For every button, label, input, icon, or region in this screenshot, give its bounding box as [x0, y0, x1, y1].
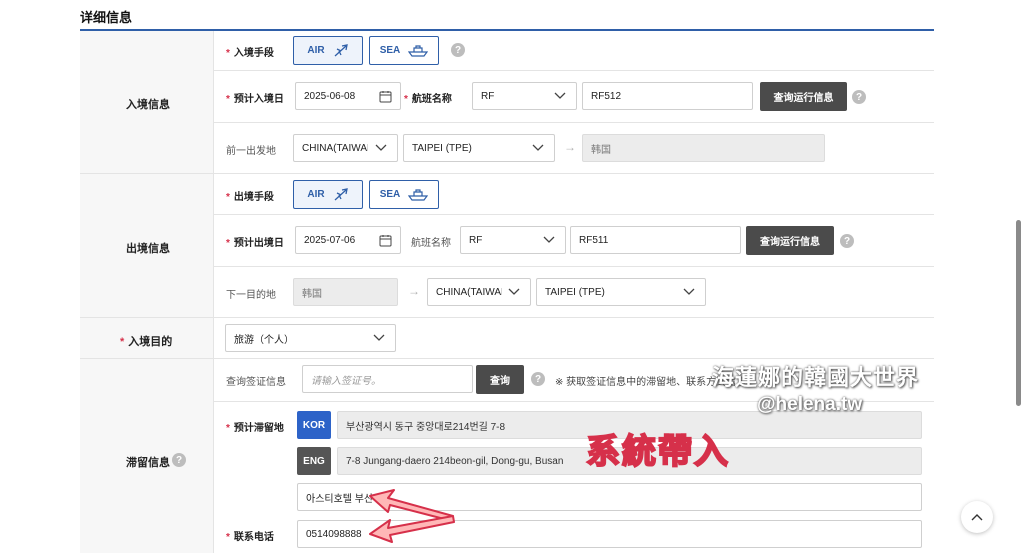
exit-group-label: 出境信息 [126, 243, 170, 255]
chevron-down-icon [373, 334, 385, 341]
divider [80, 358, 934, 359]
origin-country-value: CHINA(TAIWAN) [302, 142, 368, 154]
purpose-group-label: * 入境目的 [120, 336, 173, 348]
entry-sea-button[interactable]: SEA [369, 36, 439, 65]
stay-group-label: 滞留信息 [126, 457, 170, 469]
purpose-select[interactable]: 旅游（个人） [225, 324, 396, 352]
divider [213, 266, 934, 267]
next-country-select[interactable]: CHINA(TAIWAN) [427, 278, 531, 306]
section-title: 详细信息 [80, 10, 133, 25]
entry-flight-value: RF512 [591, 90, 622, 102]
chevron-down-icon [508, 288, 520, 295]
exit-air-button[interactable]: AIR [293, 180, 363, 209]
exit-query-button[interactable]: 查询运行信息 [746, 226, 834, 255]
origin-label: 前一出发地 [226, 146, 276, 157]
annotation-arrows [369, 489, 455, 543]
chevron-down-icon [532, 144, 544, 151]
entry-destination-field: 韩国 [582, 134, 825, 162]
chevron-down-icon [683, 288, 695, 295]
divider [80, 317, 934, 318]
kor-badge: KOR [297, 411, 331, 439]
visa-label: 查询签证信息 [226, 377, 286, 388]
phone-label: * 联系电话 [226, 532, 274, 543]
watermark-handle: @helena.tw [757, 394, 863, 415]
origin-city-value: TAIPEI (TPE) [412, 142, 472, 154]
entry-flight-label: * 航班名称 [404, 94, 452, 105]
exit-query-help-icon[interactable]: ? [840, 234, 854, 248]
entry-group-label: 入境信息 [126, 99, 170, 111]
column-divider [213, 31, 214, 553]
entry-date-field[interactable]: 2025-06-08 [295, 82, 401, 110]
exit-flight-input[interactable]: RF511 [570, 226, 741, 254]
next-destination-label: 下一目的地 [226, 290, 276, 301]
exit-date-field[interactable]: 2025-07-06 [295, 226, 401, 254]
annotation-text: 系統帶入 [585, 432, 730, 472]
air-label: AIR [307, 45, 325, 56]
entry-date-value: 2025-06-08 [304, 90, 356, 102]
watermark-name: 海蓮娜的韓國大世界 [712, 365, 920, 390]
hotel-name-value: 아스티호텔 부산 [306, 493, 374, 505]
visa-help-icon[interactable]: ? [531, 372, 545, 386]
eng-address-value: 7-8 Jungang-daero 214beon-gil, Dong-gu, … [346, 455, 564, 467]
scrollbar-thumb[interactable] [1016, 220, 1021, 406]
chevron-down-icon [543, 236, 555, 243]
air-label: AIR [307, 189, 325, 200]
arrow-right-icon: → [408, 284, 420, 298]
origin-country-select[interactable]: CHINA(TAIWAN) [293, 134, 398, 162]
chevron-down-icon [375, 144, 387, 151]
ship-icon [408, 188, 429, 201]
sea-label: SEA [379, 189, 401, 200]
exit-flight-label: 航班名称 [411, 238, 451, 249]
next-city-value: TAIPEI (TPE) [545, 286, 605, 298]
visa-placeholder: 请输入签证号。 [311, 375, 381, 387]
ship-icon [408, 44, 429, 57]
divider [80, 173, 934, 174]
exit-from-value: 韩国 [302, 288, 322, 300]
chevron-down-icon [554, 92, 566, 99]
eng-badge: ENG [297, 447, 331, 475]
exit-airline-value: RF [469, 234, 483, 246]
next-city-select[interactable]: TAIPEI (TPE) [536, 278, 706, 306]
next-country-value: CHINA(TAIWAN) [436, 286, 502, 298]
exit-sea-button[interactable]: SEA [369, 180, 439, 209]
airplane-icon [334, 187, 348, 200]
purpose-value: 旅游（个人） [234, 334, 294, 346]
exit-date-value: 2025-07-06 [304, 234, 356, 246]
exit-date-label: * 预计出境日 [226, 238, 284, 249]
visa-query-button[interactable]: 查询 [476, 365, 524, 394]
entry-query-help-icon[interactable]: ? [852, 90, 866, 104]
divider [213, 214, 934, 215]
arrow-right-icon: → [564, 140, 576, 154]
entry-date-label: * 预计入境日 [226, 94, 284, 105]
exit-flight-value: RF511 [579, 234, 609, 246]
divider [213, 70, 934, 71]
entry-airline-select[interactable]: RF [472, 82, 577, 110]
calendar-icon [379, 91, 392, 103]
exit-mode-label: * 出境手段 [226, 192, 274, 203]
sea-label: SEA [379, 45, 401, 56]
entry-air-button[interactable]: AIR [293, 36, 363, 65]
visa-input[interactable]: 请输入签证号。 [302, 365, 473, 393]
entry-flight-input[interactable]: RF512 [582, 82, 753, 110]
entry-query-button[interactable]: 查询运行信息 [760, 82, 847, 111]
back-to-top-button[interactable] [961, 501, 993, 533]
address-label: * 预计滞留地 [226, 423, 284, 434]
divider [213, 122, 934, 123]
entry-mode-help-icon[interactable]: ? [451, 43, 465, 57]
exit-airline-select[interactable]: RF [460, 226, 566, 254]
help-icon[interactable]: ? [172, 453, 186, 467]
entry-airline-value: RF [481, 90, 495, 102]
chevron-up-icon [971, 514, 983, 521]
airplane-icon [334, 43, 348, 56]
calendar-icon [379, 235, 392, 247]
entry-destination-value: 韩国 [591, 144, 611, 156]
exit-from-field: 韩国 [293, 278, 398, 306]
phone-value: 0514098888 [306, 528, 362, 540]
origin-city-select[interactable]: TAIPEI (TPE) [403, 134, 555, 162]
entry-mode-label: * 入境手段 [226, 48, 274, 59]
kor-address-value: 부산광역시 동구 중앙대로214번길 7-8 [346, 421, 506, 433]
